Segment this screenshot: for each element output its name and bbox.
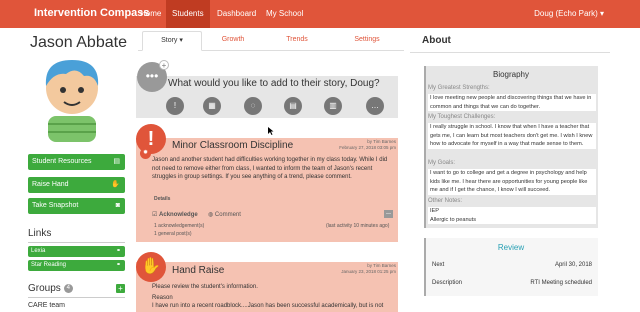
groups-title: Groups	[28, 283, 61, 294]
note-item: Allergic to peanuts	[430, 216, 477, 223]
notes-text: IEP Allergic to peanuts	[428, 207, 596, 224]
note-item: IEP	[430, 208, 440, 214]
card-title: Hand Raise	[172, 265, 225, 276]
document-icon[interactable]: ▤	[284, 97, 302, 115]
top-navbar: Intervention Compass Home Students Dashb…	[0, 0, 640, 28]
link-star-reading-label: Star Reading	[31, 262, 67, 268]
groups-heading: Groups 4	[28, 283, 73, 294]
add-story-icon[interactable]: ••• +	[137, 60, 169, 92]
raise-hand-button[interactable]: Raise Hand ✋	[28, 177, 125, 193]
user-name: Doug (Echo Park)	[534, 9, 598, 18]
take-snapshot-label: Take Snapshot	[32, 202, 79, 209]
nav-home[interactable]: Home	[134, 0, 167, 28]
more-icon[interactable]: …	[366, 97, 384, 115]
tab-trends[interactable]: Trends	[274, 31, 320, 51]
app-brand[interactable]: Intervention Compass	[34, 7, 150, 19]
strengths-text: I love meeting new people and discoverin…	[428, 94, 596, 111]
chat-icon[interactable]: ◌	[244, 97, 262, 115]
acknowledge-label: Acknowledge	[159, 212, 198, 218]
link-star-reading[interactable]: Star Reading ⚭	[28, 260, 125, 271]
review-title: Review	[497, 243, 525, 252]
card-date: February 27, 2018 03:05 pm	[339, 145, 396, 150]
card-reason: I have run into a recent roadblock....Ja…	[152, 303, 384, 309]
chart-icon[interactable]: ▥	[324, 97, 342, 115]
exclamation-icon[interactable]: !	[166, 97, 184, 115]
tab-growth[interactable]: Growth	[210, 31, 256, 51]
review-next-label: Next	[432, 262, 445, 268]
calendar-icon[interactable]: ▦	[203, 97, 221, 115]
link-icon: ⚭	[115, 262, 121, 268]
mouse-cursor	[268, 127, 274, 135]
challenges-text: I really struggle in school. I know that…	[428, 123, 596, 149]
comment-label: Comment	[214, 212, 241, 218]
biography-title: Biography	[492, 70, 530, 79]
card-body: Please review the student's information.	[152, 284, 258, 290]
card-title: Minor Classroom Discipline	[172, 140, 294, 151]
tab-story[interactable]: Story ▾	[142, 31, 202, 51]
tab-story-label: Story	[161, 37, 178, 44]
profile-tabs: Story ▾ Growth Trends Settings	[138, 31, 404, 51]
about-divider	[410, 52, 610, 53]
goals-label: My Goals:	[428, 160, 456, 166]
document-icon: ▤	[113, 158, 120, 165]
review-description-label: Description	[432, 280, 463, 286]
challenges-label: My Toughest Challenges:	[428, 114, 496, 120]
ack-count: 1 acknowledgement(s)	[154, 223, 205, 229]
nav-my-school[interactable]: My School	[260, 0, 309, 28]
card-date: January 23, 2018 01:25 pm	[341, 269, 396, 274]
general-post-count: 1 general post(s)	[154, 231, 192, 237]
card-body: Jason and another student had difficulti…	[152, 157, 388, 180]
student-resources-button[interactable]: Student Resources ▤	[28, 154, 125, 170]
nav-dashboard[interactable]: Dashboard	[211, 0, 262, 28]
notes-label: Other Notes:	[428, 198, 463, 204]
camera-icon: ◙	[115, 202, 120, 209]
comment-button[interactable]: ◍ Comment	[208, 211, 241, 218]
take-snapshot-button[interactable]: Take Snapshot ◙	[28, 198, 125, 214]
links-divider	[28, 242, 125, 243]
card-meta: by Tim Barnes February 27, 2018 03:05 pm	[339, 139, 396, 151]
student-name: Jason Abbate	[30, 34, 127, 51]
acknowledge-button[interactable]: ☑ Acknowledge	[152, 211, 198, 218]
last-activity: (last activity 10 minutes ago)	[326, 223, 390, 229]
plus-icon: +	[159, 60, 169, 70]
link-lexia-label: Lexia	[31, 248, 46, 254]
raise-hand-label: Raise Hand	[32, 181, 69, 188]
group-item[interactable]: CARE team	[28, 302, 65, 309]
link-lexia[interactable]: Lexia ⚭	[28, 246, 125, 257]
card-meta: by Tim Barnes January 23, 2018 01:25 pm	[341, 263, 396, 275]
link-icon: ⚭	[115, 248, 121, 254]
review-description-value: RTI Meeting scheduled	[530, 280, 592, 286]
details-label[interactable]: Details	[154, 196, 170, 202]
student-avatar	[45, 60, 99, 142]
strengths-label: My Greatest Strengths:	[428, 85, 490, 91]
add-group-button[interactable]: +	[116, 284, 125, 293]
tab-settings[interactable]: Settings	[342, 31, 392, 51]
hand-icon: ✋	[111, 181, 120, 188]
incident-type-icon: ✹	[140, 148, 151, 159]
groups-count-badge: 4	[63, 283, 73, 293]
add-story-prompt: What would you like to add to their stor…	[168, 78, 380, 89]
nav-students[interactable]: Students	[166, 0, 210, 28]
links-heading: Links	[28, 228, 52, 239]
review-next-value: April 30, 2018	[554, 262, 592, 268]
groups-divider	[28, 297, 125, 298]
about-heading: About	[422, 35, 451, 46]
collapse-button[interactable]: —	[384, 210, 393, 218]
student-resources-label: Student Resources	[32, 158, 92, 165]
hand-icon: ✋	[136, 252, 166, 282]
goals-text: I want to go to college and get a degree…	[428, 169, 596, 195]
user-menu[interactable]: Doug (Echo Park) ▾	[534, 0, 604, 28]
